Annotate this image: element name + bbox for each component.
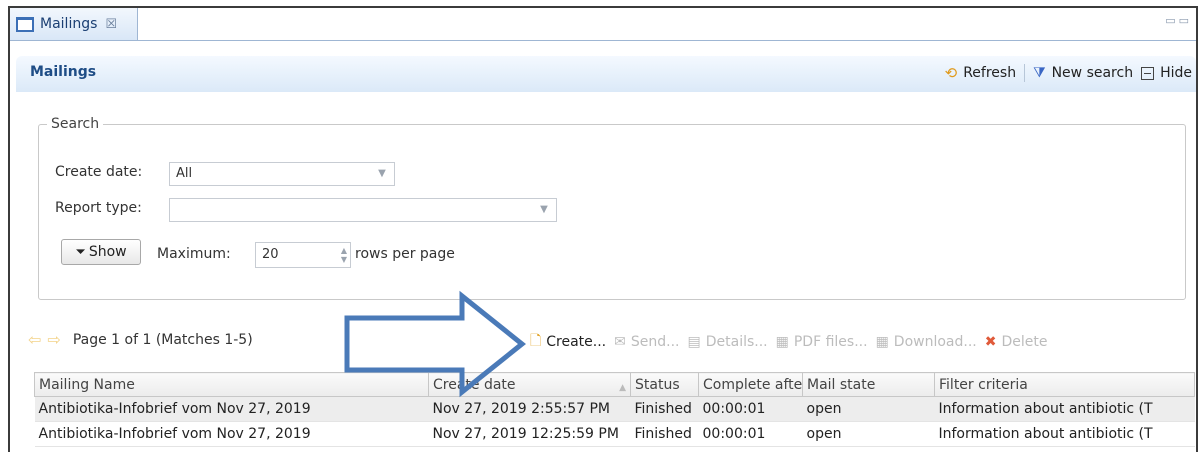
arrow-shape: [344, 290, 527, 398]
annotation-arrow: [344, 290, 527, 398]
